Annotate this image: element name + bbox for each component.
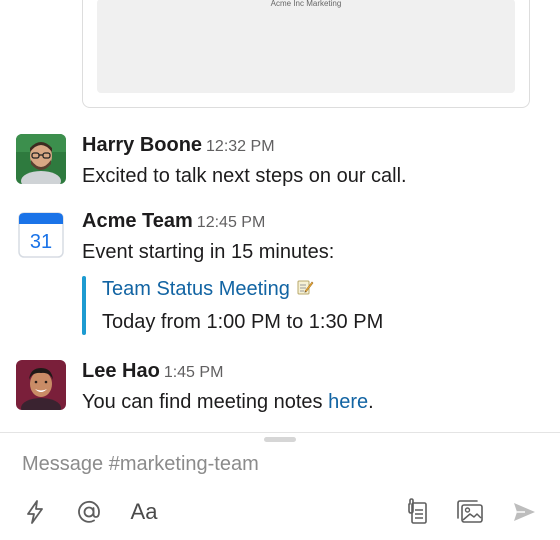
message-text: You can find meeting notes here. [82,388,544,416]
composer-divider [0,432,560,433]
timestamp[interactable]: 1:45 PM [164,364,224,381]
shortcuts-lightning-icon[interactable] [18,492,52,532]
message-text-part: You can find meeting notes [82,391,329,413]
photo-icon[interactable] [452,492,488,532]
calendar-number: 31 [30,231,52,253]
event-accent-bar [82,276,86,335]
author-name[interactable]: Acme Team [82,210,193,232]
author-name[interactable]: Lee Hao [82,360,160,382]
avatar-photo-harry[interactable] [16,134,66,184]
notes-link[interactable]: here [328,391,368,413]
format-text-icon[interactable]: Aa [124,492,164,532]
timestamp[interactable]: 12:45 PM [197,214,265,231]
message-text: Excited to talk next steps on our call. [82,165,407,187]
avatar-photo-lee[interactable] [16,360,66,410]
memo-icon [296,275,314,305]
event-attachment: Team Status Meeting Today from 1:00 PM t… [82,274,544,337]
event-time: Today from 1:00 PM to 1:30 PM [102,310,384,333]
author-name[interactable]: Harry Boone [82,134,202,156]
message-input[interactable] [22,448,522,480]
calendar-icon[interactable]: 31 [16,210,66,260]
timestamp[interactable]: 12:32 PM [206,138,274,155]
attach-file-icon[interactable] [398,492,434,532]
composer-toolbar: Aa [0,492,560,532]
message-text-part: . [368,391,374,413]
composer-drag-handle[interactable] [264,437,296,442]
mention-at-icon[interactable] [72,492,106,532]
send-icon[interactable] [506,492,542,532]
message-text: Event starting in 15 minutes: [82,241,335,263]
attachment-preview-image: Acme Inc Marketing [97,0,515,93]
attachment-caption: Acme Inc Marketing [270,0,342,8]
attachment-preview-card[interactable]: Acme Inc Marketing [82,0,530,108]
event-title-link[interactable]: Team Status Meeting [102,278,290,300]
